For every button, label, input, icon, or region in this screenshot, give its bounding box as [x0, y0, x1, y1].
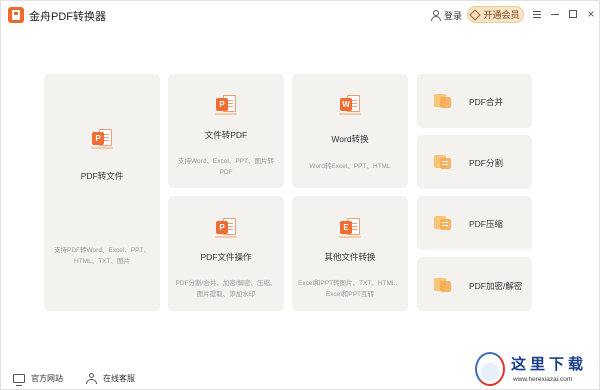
card-title: 其他文件转换: [324, 252, 376, 262]
maximize-icon[interactable]: [566, 7, 580, 21]
card-file-to-pdf[interactable]: P 文件转PDF 支持Word、Excel、PPT、图片转PDF: [168, 74, 284, 188]
minimize-icon[interactable]: [548, 7, 562, 21]
card-desc: Excel和PPT转图片、TXT、HTML、Excel和PPT互转: [298, 280, 403, 298]
watermark-text: 这里下载: [511, 355, 588, 373]
pdf-operations-icon: P: [215, 216, 237, 240]
watermark-logo-icon: [475, 352, 505, 386]
login-button[interactable]: 登录: [431, 7, 462, 23]
card-title: 文件转PDF: [204, 130, 248, 140]
monitor-icon: [13, 374, 25, 386]
card-desc: Word转Excel、PPT、HTML: [309, 163, 391, 170]
tool-pdf-compress[interactable]: PDF压缩: [417, 196, 532, 250]
card-title: Word转换: [331, 134, 369, 144]
vip-button[interactable]: 开通会员: [467, 6, 524, 23]
card-desc: 支持PDF转Word、Excel、PPT、HTML、TXT、图片: [54, 247, 150, 265]
customer-service-icon: [86, 373, 97, 384]
app-title: 金舟PDF转换器: [29, 11, 106, 23]
menu-icon[interactable]: [530, 7, 544, 21]
merge-icon: [433, 91, 453, 111]
vip-label: 开通会员: [483, 10, 520, 20]
title-bar: 金舟PDF转换器 登录 开通会员 ×: [1, 1, 600, 29]
card-desc: PDF分割/合并、加密/解密、压缩、图片提取、添加水印: [175, 280, 277, 298]
card-pdf-to-file[interactable]: P PDF转文件 支持PDF转Word、Excel、PPT、HTML、TXT、图…: [44, 74, 160, 311]
compress-icon: [433, 213, 453, 233]
lock-icon: [433, 275, 453, 295]
watermark: 这里下载 www.herexiazai.com: [473, 349, 597, 389]
service-label: 在线客服: [103, 374, 135, 383]
tool-label: PDF压缩: [469, 219, 504, 229]
card-title: PDF文件操作: [200, 252, 252, 262]
file-to-pdf-icon: P: [215, 93, 237, 117]
app-logo-icon: [8, 7, 24, 23]
card-title: PDF转文件: [80, 171, 124, 181]
tool-label: PDF加密/解密: [469, 281, 523, 291]
user-icon: [431, 9, 441, 21]
website-label: 官方网站: [31, 374, 63, 383]
word-doc-icon: W: [339, 93, 361, 117]
official-website-link[interactable]: 官方网站: [13, 373, 63, 386]
pdf-doc-icon: P: [91, 127, 113, 151]
tool-label: PDF分割: [469, 158, 504, 168]
card-other-convert[interactable]: E 其他文件转换 Excel和PPT转图片、TXT、HTML、Excel和PPT…: [292, 196, 408, 311]
close-icon[interactable]: ×: [584, 7, 598, 21]
split-icon: [433, 152, 453, 172]
card-word-convert[interactable]: W Word转换 Word转Excel、PPT、HTML: [292, 74, 408, 188]
tool-pdf-merge[interactable]: PDF合并: [417, 74, 532, 128]
watermark-url: www.herexiazai.com: [513, 376, 573, 383]
excel-doc-icon: E: [339, 216, 361, 240]
tool-label: PDF合并: [469, 97, 504, 107]
app-window: 金舟PDF转换器 登录 开通会员 × P PDF转文件 支持PDF转Word、E…: [0, 0, 600, 390]
card-pdf-operations[interactable]: P PDF文件操作 PDF分割/合并、加密/解密、压缩、图片提取、添加水印: [168, 196, 284, 311]
login-label: 登录: [444, 10, 463, 21]
diamond-icon: [469, 8, 482, 21]
card-desc: 支持Word、Excel、PPT、图片转PDF: [178, 158, 274, 176]
tool-pdf-encrypt[interactable]: PDF加密/解密: [417, 257, 532, 311]
tool-pdf-split[interactable]: PDF分割: [417, 135, 532, 189]
online-service-link[interactable]: 在线客服: [86, 373, 135, 384]
